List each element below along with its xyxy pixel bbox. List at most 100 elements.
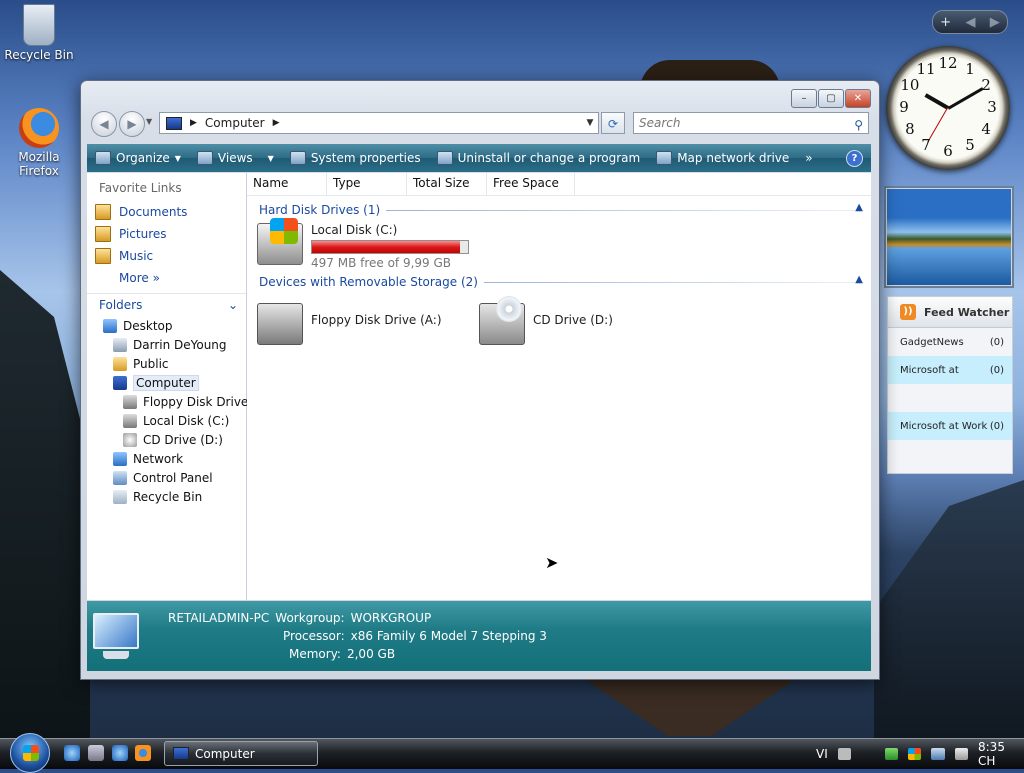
- tree-item-recycle-bin[interactable]: Recycle Bin: [87, 487, 246, 506]
- uninstall-program-button[interactable]: Uninstall or change a program: [429, 151, 649, 165]
- group-header-hard-disk[interactable]: Hard Disk Drives (1) ▲: [247, 200, 871, 220]
- feed-item[interactable]: Microsoft at (0): [888, 356, 1012, 384]
- clock-time[interactable]: 8:35 CH: [978, 740, 1024, 768]
- clock-number: 6: [943, 142, 953, 160]
- keyboard-icon[interactable]: [837, 748, 852, 760]
- tree-item-local-disk[interactable]: Local Disk (C:): [87, 411, 246, 430]
- breadcrumb-chevron-icon[interactable]: ▶: [273, 118, 280, 128]
- network-tray-icon[interactable]: [931, 748, 945, 760]
- organize-button[interactable]: Organize ▼: [87, 151, 189, 165]
- windows-update-icon[interactable]: [907, 748, 922, 760]
- chevron-down-icon: ⌄: [227, 298, 238, 312]
- desktop-icon-recycle-bin[interactable]: Recycle Bin: [4, 4, 74, 62]
- back-button[interactable]: ◀: [91, 111, 117, 137]
- memory-label: Memory:: [289, 647, 341, 661]
- desktop-icon-firefox[interactable]: Mozilla Firefox: [4, 108, 74, 178]
- drive-floppy[interactable]: Floppy Disk Drive (A:): [257, 303, 442, 345]
- column-header-type[interactable]: Type: [327, 173, 407, 195]
- details-pane: RETAILADMIN-PC Workgroup: WORKGROUP Proc…: [87, 601, 871, 671]
- recent-pages-dropdown[interactable]: ▼: [146, 117, 152, 126]
- column-header-name[interactable]: Name: [247, 173, 327, 195]
- tree-item-network[interactable]: Network: [87, 449, 246, 468]
- group-header-removable[interactable]: Devices with Removable Storage (2) ▲: [247, 272, 871, 292]
- desktop-icon-label: Recycle Bin: [4, 48, 74, 62]
- search-icon[interactable]: ⚲: [854, 115, 863, 135]
- clock-gadget[interactable]: 12 1 2 3 4 5 6 7 8 9 10 11: [886, 46, 1010, 170]
- ie-quicklaunch-icon[interactable]: [64, 745, 80, 761]
- tree-item-floppy[interactable]: Floppy Disk Drive: [87, 392, 248, 411]
- tree-item-label: Local Disk (C:): [143, 413, 230, 428]
- feed-item[interactable]: Microsoft at Work (0): [888, 412, 1012, 440]
- breadcrumb-chevron-icon[interactable]: ▶: [190, 118, 197, 128]
- favorite-link-pictures[interactable]: Pictures: [87, 223, 246, 245]
- views-label: Views: [217, 151, 253, 165]
- drive-local-disk[interactable]: Local Disk (C:) 497 MB free of 9,99 GB: [257, 218, 469, 270]
- mouse-cursor-icon: ➤: [545, 553, 559, 572]
- sidebar-gadget-controls[interactable]: + ◀ ▶: [932, 10, 1008, 34]
- start-button[interactable]: [10, 733, 50, 773]
- column-header-free-space[interactable]: Free Space: [487, 173, 575, 195]
- toolbar-overflow-button[interactable]: »: [797, 151, 820, 165]
- tree-item-control-panel[interactable]: Control Panel: [87, 468, 246, 487]
- views-button[interactable]: Views ▼: [189, 151, 282, 165]
- system-properties-button[interactable]: System properties: [282, 151, 429, 165]
- language-indicator[interactable]: VI: [816, 747, 828, 761]
- minimize-button[interactable]: –: [791, 89, 817, 108]
- help-icon[interactable]: ?: [846, 149, 863, 167]
- firefox-quicklaunch-icon[interactable]: [135, 745, 151, 761]
- taskbar-button-computer[interactable]: Computer: [164, 741, 318, 766]
- feed-item-count: (0): [989, 420, 1004, 432]
- feed-watcher-gadget[interactable]: )) Feed Watcher GadgetNews (0) Microsoft…: [887, 296, 1013, 474]
- tree-item-desktop[interactable]: Desktop: [87, 316, 246, 335]
- collapse-icon[interactable]: ▲: [855, 202, 863, 213]
- firefox-icon: [19, 108, 59, 148]
- taskbar-button-label: Computer: [195, 746, 255, 761]
- maximize-button[interactable]: ▢: [818, 89, 844, 108]
- next-icon[interactable]: ▶: [990, 15, 1000, 30]
- internet-explorer-icon[interactable]: [112, 745, 128, 761]
- more-links[interactable]: More »: [87, 267, 246, 289]
- tree-item-computer[interactable]: Computer: [87, 373, 246, 392]
- tree-item-cd-drive[interactable]: CD Drive (D:): [87, 430, 246, 449]
- cd-drive-icon: [479, 296, 525, 345]
- volume-muted-icon[interactable]: [954, 748, 968, 760]
- search-placeholder: Search: [639, 116, 681, 130]
- chevron-down-icon: ▼: [267, 153, 274, 163]
- clock-hour-hand: [924, 93, 949, 110]
- close-button[interactable]: ✕: [845, 89, 871, 108]
- column-header-total-size[interactable]: Total Size: [407, 173, 487, 195]
- column-headers: Name Type Total Size Free Space: [247, 173, 871, 196]
- processor-value: x86 Family 6 Model 7 Stepping 3: [350, 629, 547, 643]
- collapse-icon[interactable]: ▲: [855, 274, 863, 285]
- feed-item[interactable]: GadgetNews (0): [888, 328, 1012, 356]
- feed-item-count: (0): [989, 336, 1004, 348]
- favorite-link-music[interactable]: Music: [87, 245, 246, 267]
- computer-icon: [173, 747, 189, 760]
- search-input[interactable]: Search ⚲: [633, 112, 869, 134]
- drive-cd[interactable]: CD Drive (D:): [479, 296, 613, 345]
- feed-title: Feed Watcher: [924, 305, 1010, 319]
- explorer-window: – ▢ ✕ ◀ ▶ ▼ ▶ Computer ▶ ▼ ⟳ Search ⚲ Or…: [80, 80, 880, 680]
- tree-item-user[interactable]: Darrin DeYoung: [87, 335, 246, 354]
- clock-number: 11: [916, 59, 936, 78]
- command-bar: Organize ▼ Views ▼ System properties Uni…: [87, 144, 871, 172]
- add-gadget-icon[interactable]: +: [940, 15, 951, 30]
- map-network-drive-button[interactable]: Map network drive: [648, 151, 797, 165]
- security-shield-icon[interactable]: [884, 748, 898, 760]
- tree-item-label: Public: [133, 356, 169, 371]
- slideshow-gadget[interactable]: [886, 188, 1012, 286]
- breadcrumb-computer[interactable]: Computer: [205, 116, 265, 130]
- address-bar[interactable]: ▶ Computer ▶ ▼: [159, 112, 599, 134]
- previous-icon[interactable]: ◀: [965, 15, 975, 30]
- folders-toggle[interactable]: Folders ⌄: [87, 293, 246, 316]
- switch-windows-icon[interactable]: [88, 745, 104, 761]
- tree-item-public[interactable]: Public: [87, 354, 246, 373]
- system-properties-icon: [289, 151, 306, 165]
- favorite-link-documents[interactable]: Documents: [87, 201, 246, 223]
- address-dropdown-icon[interactable]: ▼: [582, 118, 598, 128]
- drive-name: CD Drive (D:): [533, 313, 613, 327]
- refresh-button[interactable]: ⟳: [601, 112, 625, 134]
- desktop-mountain-right: [874, 480, 1024, 740]
- pictures-folder-icon: [95, 226, 111, 242]
- forward-button[interactable]: ▶: [119, 111, 145, 137]
